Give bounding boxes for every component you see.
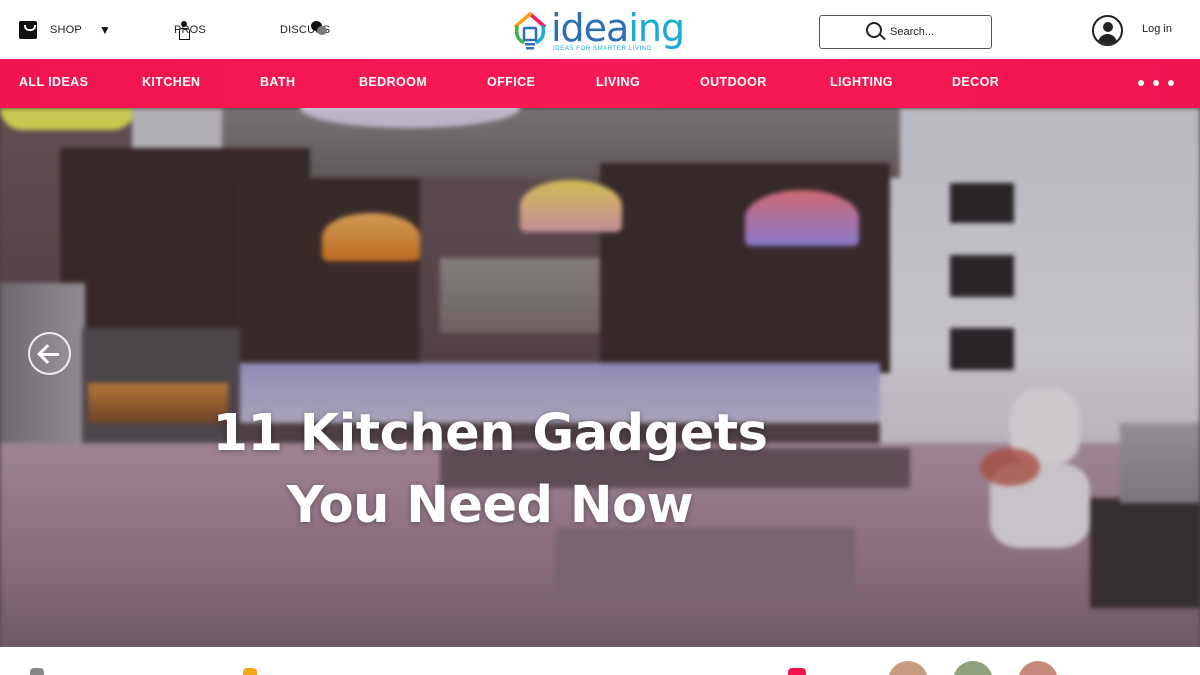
- chat-bubbles-icon: [311, 21, 331, 37]
- pros-link[interactable]: PROS: [174, 0, 206, 59]
- hero-headline[interactable]: 11 Kitchen Gadgets You Need Now: [170, 398, 810, 542]
- search-icon[interactable]: [866, 22, 886, 42]
- top-header: SHOP ▼ PROS DISCUSS ideaing IDEAS FOR SM…: [0, 0, 1200, 59]
- lightbulb-house-logo-icon: [514, 12, 546, 50]
- user-avatar-icon[interactable]: [1092, 15, 1123, 46]
- caret-down-icon[interactable]: ▼: [99, 23, 111, 37]
- more-dots-icon[interactable]: [1138, 80, 1174, 86]
- shop-label: SHOP: [50, 23, 82, 36]
- arrow-left-icon[interactable]: [28, 332, 71, 375]
- search-input[interactable]: [890, 23, 986, 41]
- logo-tagline: IDEAS FOR SMARTER LIVING: [553, 45, 652, 52]
- hero-carousel[interactable]: 11 Kitchen Gadgets You Need Now: [0, 108, 1200, 647]
- nav-decor[interactable]: DECOR: [952, 59, 999, 108]
- hero-headline-line2: You Need Now: [286, 476, 694, 535]
- person-icon: [179, 21, 190, 40]
- section-icon: [243, 668, 257, 675]
- avatar[interactable]: [953, 661, 993, 675]
- nav-office[interactable]: OFFICE: [487, 59, 535, 108]
- login-link[interactable]: Log in: [1142, 23, 1172, 35]
- section-icon: [788, 668, 806, 675]
- nav-kitchen[interactable]: KITCHEN: [142, 59, 200, 108]
- nav-living[interactable]: LIVING: [596, 59, 640, 108]
- category-nav: ALL IDEAS KITCHEN BATH BEDROOM OFFICE LI…: [0, 59, 1200, 108]
- content-strip: [0, 647, 1200, 675]
- nav-all-ideas[interactable]: ALL IDEAS: [19, 59, 88, 108]
- discuss-link[interactable]: DISCUSS: [280, 0, 330, 59]
- avatar[interactable]: [888, 661, 928, 675]
- ideaing-logo[interactable]: ideaing IDEAS FOR SMARTER LIVING: [513, 8, 688, 54]
- kitchen-hero-image: [0, 108, 1200, 647]
- nav-outdoor[interactable]: OUTDOOR: [700, 59, 767, 108]
- section-icon: [30, 668, 44, 675]
- shopping-bag-icon: [19, 20, 37, 39]
- nav-lighting[interactable]: LIGHTING: [830, 59, 893, 108]
- avatar[interactable]: [1018, 661, 1058, 675]
- nav-bedroom[interactable]: BEDROOM: [359, 59, 427, 108]
- shop-menu[interactable]: SHOP ▼: [19, 0, 111, 59]
- search-box[interactable]: [819, 15, 992, 49]
- nav-bath[interactable]: BATH: [260, 59, 295, 108]
- hero-headline-line1: 11 Kitchen Gadgets: [212, 404, 768, 463]
- logo-wordmark: ideaing: [551, 5, 685, 50]
